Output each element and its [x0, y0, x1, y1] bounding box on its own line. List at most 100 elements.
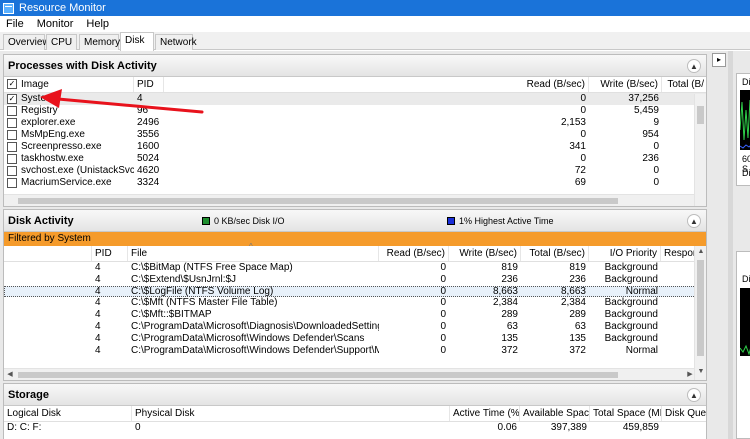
process-checkbox[interactable]	[7, 166, 17, 176]
collapse-disk-activity-button[interactable]: ▲	[687, 214, 701, 228]
col-da-pid[interactable]: PID	[92, 246, 128, 261]
col-total[interactable]: Total (B/	[662, 77, 706, 92]
tab-disk[interactable]: Disk	[120, 32, 154, 51]
file-total: 135	[569, 332, 586, 344]
process-row[interactable]: taskhostw.exe 5024 0 236	[4, 153, 706, 165]
file-row[interactable]: 4 C:\$Extend\$UsnJrnl:$J 0 236 236 Background	[4, 274, 706, 286]
col-da-file[interactable]: File	[128, 246, 379, 261]
file-row[interactable]: 4 C:\ProgramData\Microsoft\Diagnosis\Down…	[4, 321, 706, 333]
disk-io-legend-text: 0 KB/sec Disk I/O	[214, 215, 285, 226]
process-read: 0	[580, 153, 586, 164]
process-row[interactable]: MsMpEng.exe 3556 0 954	[4, 129, 706, 141]
views-icon[interactable]: ▸	[712, 53, 726, 67]
process-checkbox[interactable]	[7, 142, 17, 152]
file-row[interactable]: 4 C:\ProgramData\Microsoft\Windows Defend…	[4, 345, 706, 357]
process-row[interactable]: MacriumService.exe 3324 69 0	[4, 177, 706, 189]
col-available-space[interactable]: Available Space...	[520, 406, 590, 421]
tab-overview[interactable]: Overview	[3, 34, 50, 50]
scroll-down-icon[interactable]: ▼	[695, 366, 706, 378]
process-write: 5,459	[633, 105, 659, 116]
file-write: 135	[501, 332, 518, 344]
process-row[interactable]: svchost.exe (UnistackSvcGro4620 72 0	[4, 165, 706, 177]
storage-row[interactable]: D: C: F: 0 0.06 397,389 459,859	[4, 422, 706, 435]
graph-label-disk: Disk	[742, 77, 750, 87]
tab-memory[interactable]: Memory	[79, 34, 120, 50]
file-row[interactable]: 4 C:\$Mft::$BITMAP 0 289 289 Background	[4, 309, 706, 321]
select-all-checkbox[interactable]: ✓	[7, 79, 17, 89]
file-read: 0	[440, 285, 446, 297]
col-active-time[interactable]: Active Time (%)	[450, 406, 520, 421]
process-checkbox[interactable]	[7, 106, 17, 116]
col-da-total[interactable]: Total (B/sec)	[521, 246, 589, 261]
process-row[interactable]: Registry9605,4595	[4, 105, 706, 117]
process-write: 954	[642, 129, 659, 140]
file-path: C:\ProgramData\Microsoft\Windows Defende…	[131, 344, 379, 356]
menu-file[interactable]: File	[6, 18, 24, 30]
col-da-priority[interactable]: I/O Priority	[589, 246, 661, 261]
disk-graph-lines	[740, 99, 750, 149]
process-checkbox[interactable]	[7, 118, 17, 128]
process-pid: 96	[137, 105, 149, 116]
collapse-storage-button[interactable]: ▲	[687, 388, 701, 402]
col-image[interactable]: Image	[18, 77, 134, 92]
col-write[interactable]: Write (B/sec)	[589, 77, 662, 92]
file-row[interactable]: 4 C:\$BitMap (NTFS Free Space Map) 0 819 819…	[4, 262, 706, 274]
storage-header[interactable]: Storage ▲	[4, 384, 706, 406]
col-read[interactable]: Read (B/sec)	[164, 77, 589, 92]
col-disk-queue[interactable]: Disk Queue	[662, 406, 706, 421]
file-write: 819	[501, 262, 518, 273]
scroll-up-icon[interactable]: ▲	[695, 246, 706, 258]
process-row[interactable]: ✓System4037,25637	[4, 93, 706, 105]
scroll-left-icon[interactable]: ◀	[4, 369, 16, 380]
file-path: C:\$Extend\$UsnJrnl:$J	[131, 273, 237, 285]
col-total-space[interactable]: Total Space (MB)	[590, 406, 662, 421]
process-write: 9	[653, 117, 659, 128]
process-checkbox[interactable]: ✓	[7, 94, 17, 104]
col-logical-disk[interactable]: Logical Disk	[4, 406, 132, 421]
file-total: 63	[574, 320, 586, 332]
process-checkbox[interactable]	[7, 130, 17, 140]
process-read: 0	[580, 129, 586, 140]
file-total: 289	[569, 309, 586, 321]
file-row[interactable]: 4 C:\$LogFile (NTFS Volume Log) 0 8,663 8,66…	[4, 285, 706, 298]
disk-activity-hscrollbar[interactable]: ◀ ▶	[4, 368, 696, 380]
process-checkbox[interactable]	[7, 154, 17, 164]
active-time-swatch	[447, 217, 455, 226]
col-da-write[interactable]: Write (B/sec)	[449, 246, 521, 261]
processes-vscrollbar[interactable]	[694, 94, 706, 206]
vscroll-thumb[interactable]	[697, 260, 704, 356]
hscroll-thumb[interactable]	[18, 372, 618, 378]
processes-hscrollbar[interactable]	[4, 194, 696, 206]
col-physical-disk[interactable]: Physical Disk	[132, 406, 450, 421]
menu-monitor[interactable]: Monitor	[37, 18, 74, 30]
collapse-processes-button[interactable]: ▲	[687, 59, 701, 73]
file-row[interactable]: 4 C:\ProgramData\Microsoft\Windows Defend…	[4, 333, 706, 345]
graph-pane-scrollbar[interactable]	[728, 51, 733, 439]
process-write: 0	[653, 165, 659, 176]
process-checkbox[interactable]	[7, 178, 17, 188]
menu-bar: File Monitor Help	[0, 16, 750, 32]
process-row[interactable]: explorer.exe24962,15392	[4, 117, 706, 129]
col-spacer	[4, 246, 92, 261]
disk-activity-vscrollbar[interactable]: ▲ ▼	[694, 246, 706, 380]
file-row[interactable]: 4 C:\$Mft (NTFS Master File Table) 0 2,384 2…	[4, 297, 706, 309]
process-row[interactable]: Screenpresso.exe 1600 341 0	[4, 141, 706, 153]
tab-cpu[interactable]: CPU	[46, 34, 77, 50]
processes-header[interactable]: Processes with Disk Activity ▲	[4, 55, 706, 77]
file-total: 372	[569, 344, 586, 356]
file-write: 236	[501, 273, 518, 285]
col-da-read[interactable]: Read (B/sec)	[379, 246, 449, 261]
vscroll-thumb[interactable]	[697, 106, 704, 124]
hscroll-thumb[interactable]	[18, 198, 618, 204]
resource-monitor-icon	[3, 2, 14, 14]
process-image: explorer.exe	[21, 117, 76, 128]
process-image: System	[21, 93, 55, 104]
tab-network[interactable]: Network	[155, 34, 197, 50]
file-total: 819	[569, 262, 586, 273]
col-pid[interactable]: PID	[134, 77, 164, 92]
disk-activity-header[interactable]: Disk Activity 0 KB/sec Disk I/O 1% Highe…	[4, 210, 706, 232]
menu-help[interactable]: Help	[86, 18, 109, 30]
available-space: 397,389	[550, 422, 587, 433]
disk-activity-list: 4 C:\$BitMap (NTFS Free Space Map) 0 819 819…	[4, 262, 706, 356]
file-read: 0	[440, 309, 446, 321]
